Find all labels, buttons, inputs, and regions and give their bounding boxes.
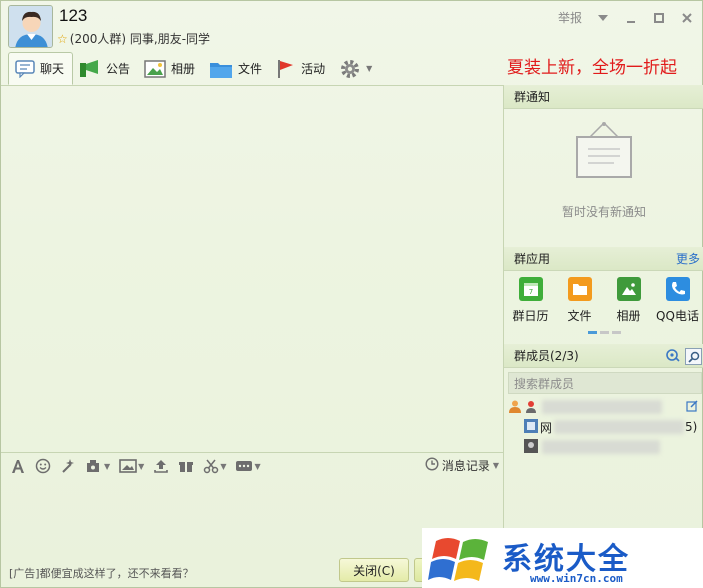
tab-album[interactable]: 相册 xyxy=(138,53,203,84)
pager-dot[interactable] xyxy=(612,331,621,334)
tab-announcement[interactable]: 公告 xyxy=(73,53,138,84)
notice-board-icon xyxy=(574,121,634,184)
tab-files[interactable]: 文件 xyxy=(203,53,270,84)
image-icon[interactable]: ▼ xyxy=(119,458,144,474)
chevron-down-icon: ▼ xyxy=(492,461,499,470)
member-name-redacted xyxy=(554,420,685,434)
windows-logo-icon xyxy=(428,531,498,588)
scissors-icon[interactable]: ▼ xyxy=(203,458,226,474)
magic-icon[interactable] xyxy=(60,458,76,474)
right-panel: 群通知 暂时没有新通知 群应用 更多 7 群日历 文件 相册 QQ电话 群成员(… xyxy=(503,85,703,588)
apps-header: 群应用 更多 xyxy=(504,247,703,271)
member-name-redacted xyxy=(542,400,662,414)
input-toolbar: ▼ ▼ ▼ ▼ 消息记录 ▼ xyxy=(1,452,503,479)
group-avatar[interactable] xyxy=(8,5,53,48)
group-apps: 7 群日历 文件 相册 QQ电话 xyxy=(504,275,703,331)
history-label: 消息记录 xyxy=(441,459,490,473)
emoji-icon[interactable] xyxy=(35,458,51,474)
star-icon: ☆ xyxy=(57,32,68,46)
font-icon[interactable] xyxy=(10,458,26,474)
phone-icon xyxy=(665,277,690,301)
maximize-icon[interactable] xyxy=(652,11,666,25)
qq-group-chat-window: 123 ☆ (200人群) 同事,朋友-同学 举报 聊天 公告 相册 文件 活动… xyxy=(0,0,703,588)
svg-text:7: 7 xyxy=(528,288,532,296)
member-avatar xyxy=(524,418,538,436)
notice-body xyxy=(504,109,703,247)
photo-icon xyxy=(144,59,166,78)
folder-icon xyxy=(567,277,592,301)
apps-pager[interactable] xyxy=(588,331,621,334)
clock-icon xyxy=(425,457,439,474)
tab-label: 公告 xyxy=(106,62,131,76)
group-meta: ☆ (200人群) 同事,朋友-同学 xyxy=(57,30,210,47)
app-files[interactable]: 文件 xyxy=(556,275,604,331)
notice-empty-text: 暂时没有新通知 xyxy=(561,205,646,219)
close-icon[interactable] xyxy=(680,11,694,25)
app-label: 群日历 xyxy=(512,309,549,323)
group-tags: 同事,朋友-同学 xyxy=(129,32,211,46)
megaphone-icon xyxy=(79,59,101,79)
more-icon[interactable]: ▼ xyxy=(235,458,261,474)
close-button[interactable]: 关闭(C) xyxy=(339,558,409,582)
search-icon[interactable] xyxy=(685,348,702,365)
member-count: (200人群) xyxy=(69,32,127,46)
group-name[interactable]: 123 xyxy=(59,6,87,26)
gear-icon xyxy=(339,58,361,80)
member-row[interactable] xyxy=(504,397,703,417)
upload-icon[interactable] xyxy=(153,458,169,474)
top-ad-banner[interactable]: 夏装上新，全场一折起 xyxy=(507,53,677,78)
member-tools xyxy=(665,347,702,366)
tab-activity[interactable]: 活动 xyxy=(270,53,333,84)
chevron-down-icon[interactable] xyxy=(596,11,610,25)
feature-tabs: 聊天 公告 相册 文件 活动 ▼ xyxy=(8,52,380,85)
chat-icon xyxy=(15,59,35,78)
tab-label: 文件 xyxy=(238,62,263,76)
tab-label: 相册 xyxy=(171,62,196,76)
window-controls: 举报 xyxy=(558,9,694,26)
member-name-redacted xyxy=(542,440,660,454)
minimize-icon[interactable] xyxy=(624,11,638,25)
photo-icon xyxy=(616,277,641,301)
app-label: QQ电话 xyxy=(656,309,699,323)
member-row[interactable] xyxy=(504,437,703,457)
member-row[interactable]: 网 5) xyxy=(504,417,703,437)
apps-title: 群应用 xyxy=(514,252,551,266)
admin-icon xyxy=(524,399,538,416)
member-name-prefix: 网 xyxy=(540,420,553,435)
flag-icon xyxy=(276,59,296,79)
brand-url: www.win7cn.com xyxy=(530,572,623,585)
message-history-button[interactable]: 消息记录 ▼ xyxy=(425,457,499,474)
gift-icon[interactable] xyxy=(178,458,194,474)
folder-icon xyxy=(209,59,233,79)
notice-title: 群通知 xyxy=(514,90,551,104)
message-history[interactable] xyxy=(1,85,503,451)
notice-header: 群通知 xyxy=(504,85,703,109)
app-album[interactable]: 相册 xyxy=(605,275,653,331)
edit-icon[interactable] xyxy=(686,399,698,415)
app-calendar[interactable]: 7 群日历 xyxy=(507,275,555,331)
app-label: 文件 xyxy=(567,309,592,323)
pager-dot[interactable] xyxy=(600,331,609,334)
user-icon xyxy=(508,399,522,416)
more-apps-link[interactable]: 更多 xyxy=(676,250,700,267)
watermark-logo: 系统大全 www.win7cn.com xyxy=(422,528,703,588)
member-search-input[interactable]: 搜索群成员 xyxy=(508,372,702,394)
report-button[interactable]: 举报 xyxy=(558,9,582,26)
member-name-suffix: 5) xyxy=(685,420,698,434)
bottom-ad-link[interactable]: [广告]都便宜成这样了，还不来看看？ xyxy=(9,565,194,581)
member-avatar xyxy=(524,438,538,456)
vibrate-icon[interactable]: ▼ xyxy=(85,458,110,474)
members-title: 群成员(2/3) xyxy=(514,349,579,363)
chevron-down-icon: ▼ xyxy=(366,64,373,73)
tab-label: 聊天 xyxy=(40,62,65,76)
tab-label: 活动 xyxy=(301,62,326,76)
app-label: 相册 xyxy=(616,309,641,323)
tab-chat[interactable]: 聊天 xyxy=(8,52,74,85)
calendar-icon: 7 xyxy=(518,277,543,301)
refresh-icon[interactable] xyxy=(665,347,681,366)
app-qq-phone[interactable]: QQ电话 xyxy=(654,275,702,331)
members-header: 群成员(2/3) xyxy=(504,344,703,368)
pager-dot[interactable] xyxy=(588,331,597,334)
settings-menu[interactable]: ▼ xyxy=(333,53,380,84)
